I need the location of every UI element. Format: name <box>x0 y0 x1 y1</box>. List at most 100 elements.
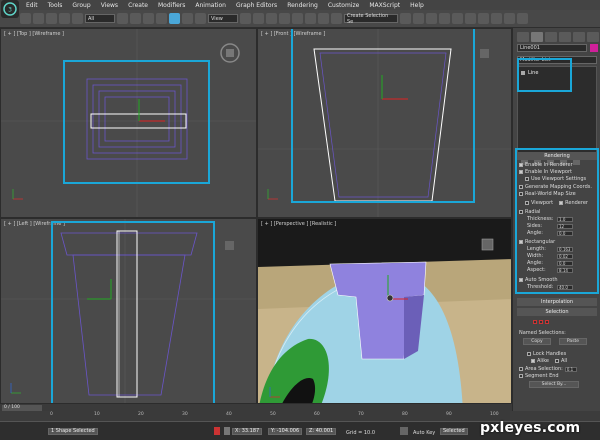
angle-spinner[interactable]: 0.0 <box>557 230 573 236</box>
modify-tab-icon[interactable] <box>531 32 543 42</box>
utilities-tab-icon[interactable] <box>587 32 599 42</box>
vertex-icon[interactable] <box>533 320 537 324</box>
segment-end-checkbox[interactable] <box>519 374 523 378</box>
viewport-top[interactable]: [ + ] [Top ] [Wireframe ] <box>0 28 257 218</box>
rectangular-radio[interactable] <box>519 240 523 244</box>
modifier-stack[interactable]: Line <box>517 66 597 154</box>
aspect-spinner[interactable]: 8.14 <box>557 267 573 273</box>
align-icon[interactable] <box>413 13 424 24</box>
angle-snap-icon[interactable] <box>292 13 303 24</box>
edit-named-selection-icon[interactable] <box>331 13 342 24</box>
key-mode-select[interactable]: Selected <box>440 428 468 435</box>
radial-row[interactable]: Radial <box>519 209 540 215</box>
menu-item-views[interactable]: Views <box>101 2 118 9</box>
redo-icon[interactable] <box>33 13 44 24</box>
viewport-perspective[interactable]: [ + ] [Perspective ] [Realistic ] <box>257 218 512 411</box>
stack-item-line[interactable]: Line <box>521 70 538 76</box>
window-crossing-icon[interactable] <box>156 13 167 24</box>
menu-item-create[interactable]: Create <box>128 2 148 9</box>
menu-item-animation[interactable]: Animation <box>195 2 226 9</box>
hierarchy-tab-icon[interactable] <box>545 32 557 42</box>
named-selection-set-select[interactable]: Create Selection Se <box>344 13 398 25</box>
menu-item-graph-editors[interactable]: Graph Editors <box>236 2 277 9</box>
object-color-swatch[interactable] <box>590 44 598 52</box>
z-coordinate[interactable]: Z: 40.001 <box>306 428 337 435</box>
threshold-spinner[interactable]: 40.0 <box>557 284 573 290</box>
spinner-snap-icon[interactable] <box>318 13 329 24</box>
renderer-radio[interactable] <box>559 201 564 205</box>
real-world-row[interactable]: Real-World Map Size <box>519 191 576 197</box>
material-editor-icon[interactable] <box>478 13 489 24</box>
display-tab-icon[interactable] <box>573 32 585 42</box>
lock-handles-checkbox[interactable] <box>527 352 531 356</box>
app-logo-icon[interactable]: 3 <box>1 0 19 18</box>
add-time-tag-icon[interactable] <box>400 427 408 435</box>
viewport-front-label[interactable]: [ + ] [Front ] [Wireframe ] <box>261 31 325 37</box>
lock-selection-icon[interactable] <box>214 427 220 435</box>
select-by-button[interactable]: Select By... <box>529 381 579 388</box>
radial-radio[interactable] <box>519 210 523 214</box>
mirror-icon[interactable] <box>400 13 411 24</box>
angle2-spinner[interactable]: 0.0 <box>557 260 573 266</box>
reference-coord-select[interactable]: View <box>208 14 238 23</box>
viewport-radio[interactable] <box>525 201 529 205</box>
select-scale-icon[interactable] <box>195 13 206 24</box>
menu-item-help[interactable]: Help <box>410 2 424 9</box>
rect-selection-icon[interactable] <box>143 13 154 24</box>
create-tab-icon[interactable] <box>517 32 529 42</box>
spline-icon[interactable] <box>545 320 549 324</box>
viewport-left[interactable]: [ + ] [Left ] [Wireframe ] <box>0 218 257 411</box>
all-radio[interactable] <box>555 359 559 363</box>
rendering-rollout-header[interactable]: Rendering <box>517 152 597 160</box>
use-viewport-settings-checkbox[interactable] <box>525 177 529 181</box>
snaps-toggle-icon[interactable] <box>279 13 290 24</box>
modifier-list-select[interactable]: Modifier List <box>517 56 597 64</box>
time-slider[interactable]: 0 / 100 <box>0 403 512 411</box>
paste-button[interactable]: Paste <box>559 338 587 345</box>
viewport-perspective-label[interactable]: [ + ] [Perspective ] [Realistic ] <box>261 221 336 227</box>
viewport-top-label[interactable]: [ + ] [Top ] [Wireframe ] <box>4 31 64 37</box>
graphite-ribbon-icon[interactable] <box>439 13 450 24</box>
pivot-center-icon[interactable] <box>240 13 251 24</box>
selection-filter-select[interactable]: All <box>85 14 115 23</box>
link-icon[interactable] <box>46 13 57 24</box>
render-setup-icon[interactable] <box>491 13 502 24</box>
select-move-icon[interactable] <box>169 13 180 24</box>
schematic-view-icon[interactable] <box>465 13 476 24</box>
frame-counter[interactable]: 0 / 100 <box>2 405 42 411</box>
enable-viewport-row[interactable]: Enable In Viewport <box>519 169 572 175</box>
keyboard-shortcut-icon[interactable] <box>266 13 277 24</box>
sides-spinner[interactable]: 12 <box>557 223 573 229</box>
alike-radio[interactable] <box>531 359 535 363</box>
menu-item-tools[interactable]: Tools <box>48 2 63 9</box>
generate-mapping-row[interactable]: Generate Mapping Coords. <box>519 184 592 190</box>
length-spinner[interactable]: 0.163 <box>557 246 573 252</box>
lock-handles-row[interactable]: Lock Handles <box>527 351 566 357</box>
select-manipulate-icon[interactable] <box>253 13 264 24</box>
layer-manager-icon[interactable] <box>426 13 437 24</box>
segment-end-row[interactable]: Segment End <box>519 373 559 379</box>
percent-snap-icon[interactable] <box>305 13 316 24</box>
width-spinner[interactable]: 0.02 <box>557 253 573 259</box>
absolute-mode-icon[interactable] <box>224 427 230 435</box>
bind-space-warp-icon[interactable] <box>72 13 83 24</box>
viewport-left-label[interactable]: [ + ] [Left ] [Wireframe ] <box>4 221 65 227</box>
menu-item-maxscript[interactable]: MAXScript <box>369 2 400 9</box>
menu-item-modifiers[interactable]: Modifiers <box>158 2 185 9</box>
menu-item-customize[interactable]: Customize <box>328 2 360 9</box>
viewport-front[interactable]: [ + ] [Front ] [Wireframe ] <box>257 28 512 218</box>
y-coordinate[interactable]: Y: -104.006 <box>268 428 303 435</box>
curve-editor-icon[interactable] <box>452 13 463 24</box>
auto-smooth-row[interactable]: Auto Smooth <box>519 277 558 283</box>
render-production-icon[interactable] <box>517 13 528 24</box>
auto-smooth-checkbox[interactable] <box>519 278 523 282</box>
auto-key-button[interactable]: Auto Key <box>413 430 435 436</box>
thickness-spinner[interactable]: 1.0 <box>557 216 573 222</box>
menu-item-edit[interactable]: Edit <box>26 2 38 9</box>
selection-rollout-header[interactable]: Selection <box>517 308 597 316</box>
rectangular-row[interactable]: Rectangular <box>519 239 555 245</box>
rendered-frame-window-icon[interactable] <box>504 13 515 24</box>
x-coordinate[interactable]: X: 33.187 <box>232 428 263 435</box>
copy-button[interactable]: Copy <box>523 338 551 345</box>
motion-tab-icon[interactable] <box>559 32 571 42</box>
